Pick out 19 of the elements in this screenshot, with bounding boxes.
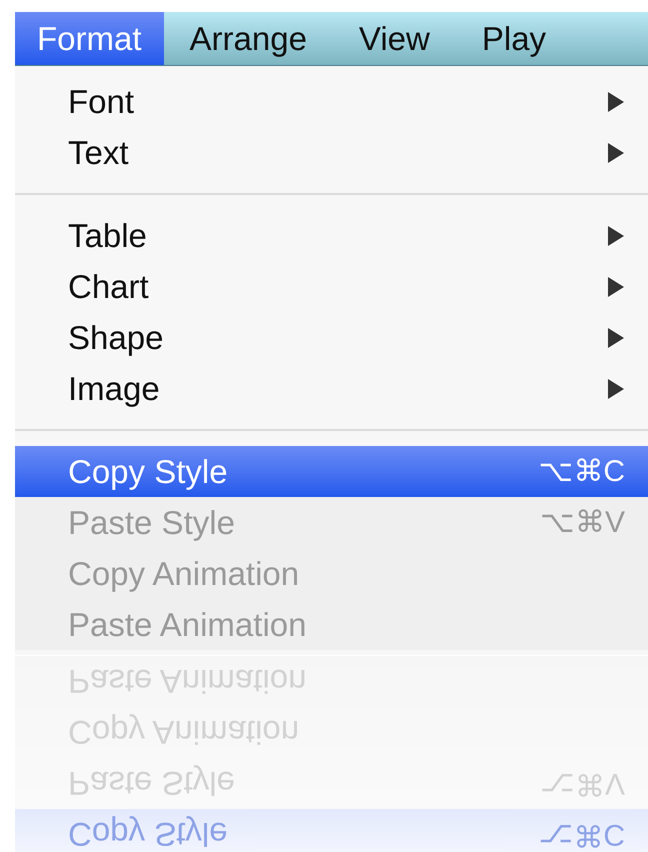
submenu-arrow-icon xyxy=(607,224,625,246)
menu-item[interactable]: Copy Style ⌥⌘C xyxy=(15,446,648,497)
shortcut-text: ⌥⌘V xyxy=(540,505,625,541)
menu-bar-item[interactable]: View xyxy=(332,12,456,65)
menu-bar-item[interactable]: Play xyxy=(456,12,572,65)
menu-bar-item[interactable]: Format xyxy=(15,12,164,65)
shortcut-text: ⌥⌘C xyxy=(538,454,625,490)
submenu-arrow-icon xyxy=(607,276,625,298)
submenu-arrow-icon xyxy=(607,326,625,348)
menu-item[interactable]: Image xyxy=(15,363,648,414)
menu-item[interactable]: Font xyxy=(15,76,648,127)
submenu-arrow-icon xyxy=(607,90,625,112)
menu-item[interactable]: Shape xyxy=(15,312,648,363)
menu-item[interactable]: Text xyxy=(15,127,648,178)
menu-item[interactable]: Chart xyxy=(15,261,648,312)
submenu-arrow-icon xyxy=(607,378,625,400)
menu-bar-item[interactable]: Arrange xyxy=(164,12,333,65)
submenu-arrow-icon xyxy=(607,142,625,164)
menu-item[interactable]: Table xyxy=(15,210,648,261)
